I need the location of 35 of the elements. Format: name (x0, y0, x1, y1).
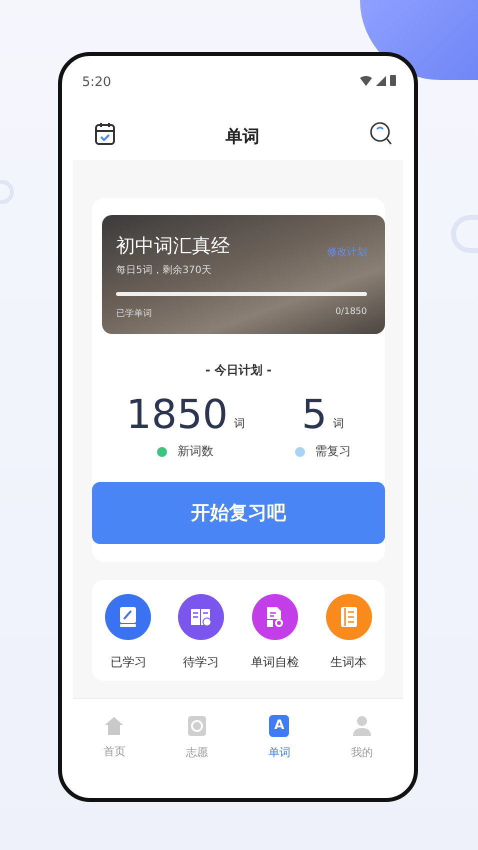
feature-icon (118, 606, 138, 628)
stat-unit: 词 (333, 416, 344, 431)
feature-icon (264, 606, 285, 628)
stat-number: 5 (302, 393, 328, 437)
signal-icon (376, 76, 386, 86)
search-icon[interactable] (370, 122, 392, 146)
stat-number: 1850 (126, 393, 228, 437)
feature-item[interactable]: 已学习 (105, 594, 152, 671)
tab-item[interactable]: 首页 (103, 716, 126, 758)
status-time: 5:20 (82, 74, 112, 90)
feature-item[interactable]: 待学习 (178, 594, 224, 671)
stat-unit: 词 (234, 416, 245, 431)
wifi-icon (360, 76, 372, 86)
progress-label: 已学单词 (116, 308, 152, 320)
feature-item[interactable]: 生词本 (326, 594, 372, 671)
page-title: 单词 (226, 126, 260, 148)
tab-letter-icon: A (269, 714, 290, 736)
calendar-check-icon[interactable] (95, 122, 115, 146)
person-icon (352, 714, 372, 736)
home-icon (104, 716, 124, 736)
badge-icon (186, 714, 207, 736)
tab-item[interactable]: A 单词 (268, 714, 290, 760)
feature-item[interactable]: 单词自检 (250, 594, 299, 671)
feature-icon (340, 606, 358, 628)
plan-subtitle: 每日5词，剩余370天 (116, 264, 212, 277)
stat-label: 新词数 (177, 443, 214, 460)
section-heading: - 今日计划 - (205, 362, 272, 379)
stat-label: 需复习 (314, 443, 351, 460)
feature-icon (190, 607, 212, 627)
plan-title: 初中词汇真经 (116, 234, 230, 259)
start-review-button[interactable]: 开始复习吧 (92, 482, 385, 544)
tab-item[interactable]: 志愿 (186, 714, 208, 760)
progress-count: 0/1850 (335, 307, 367, 319)
tab-item[interactable]: 我的 (350, 714, 373, 760)
battery-icon (390, 74, 396, 86)
